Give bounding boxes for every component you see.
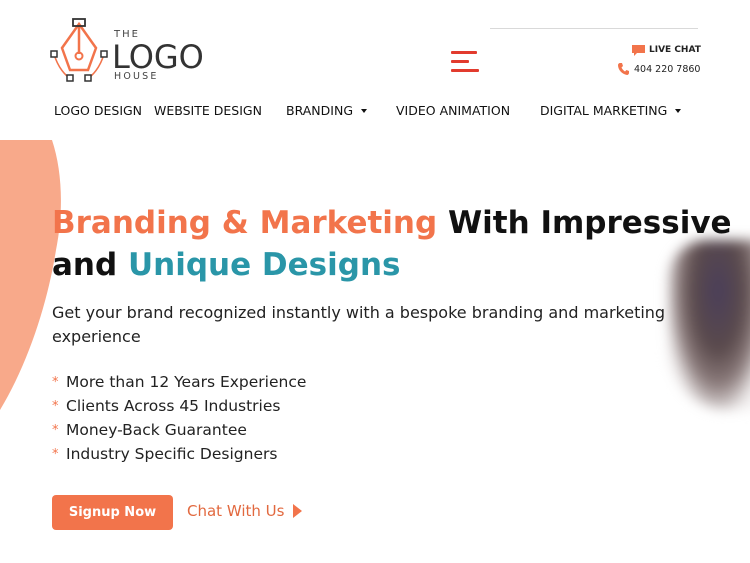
phone-link[interactable]: 404 220 7860 xyxy=(618,62,700,76)
nav-item-label: VIDEO ANIMATION xyxy=(396,103,511,118)
hero-subtext: Get your brand recognized instantly with… xyxy=(52,303,666,346)
nav-item-label: DIGITAL MARKETING xyxy=(540,103,668,118)
live-chat-link[interactable]: LIVE CHAT xyxy=(632,43,701,57)
nav-item-digital-marketing[interactable]: DIGITAL MARKETING xyxy=(540,103,682,118)
feature-text: Money-Back Guarantee xyxy=(66,421,247,439)
hero-headline: Branding & Marketing With Impressive and … xyxy=(52,202,732,286)
chat-bubble-icon xyxy=(632,44,645,56)
caret-down-icon xyxy=(361,108,368,113)
list-item: * Clients Across 45 Industries xyxy=(52,394,306,418)
feature-text: More than 12 Years Experience xyxy=(66,373,307,391)
list-item: * Industry Specific Designers xyxy=(52,442,306,466)
chat-with-us-label: Chat With Us xyxy=(187,502,285,520)
chat-with-us-link[interactable]: Chat With Us xyxy=(187,502,303,520)
nav-item-website-design[interactable]: WEBSITE DESIGN xyxy=(154,103,262,118)
header-divider xyxy=(490,28,698,29)
pen-nib-icon xyxy=(50,18,108,82)
list-item: * More than 12 Years Experience xyxy=(52,370,306,394)
nav-item-logo-design[interactable]: LOGO DESIGN xyxy=(54,103,142,118)
headline-highlight-teal: Unique Designs xyxy=(127,247,401,283)
live-chat-label: LIVE CHAT xyxy=(649,45,701,55)
play-arrow-icon xyxy=(293,504,303,518)
nav-item-label: LOGO DESIGN xyxy=(54,103,143,118)
asterisk-icon: * xyxy=(52,398,59,414)
feature-list: * More than 12 Years Experience * Clients … xyxy=(52,370,306,466)
asterisk-icon: * xyxy=(52,446,59,462)
feature-text: Clients Across 45 Industries xyxy=(66,397,281,415)
headline-highlight-orange: Branding & Marketing xyxy=(52,205,438,241)
site-logo[interactable]: THE LOGO HOUSE xyxy=(50,18,210,88)
asterisk-icon: * xyxy=(52,374,59,390)
signup-button[interactable]: Signup Now xyxy=(52,495,173,530)
phone-icon xyxy=(618,63,629,75)
feature-text: Industry Specific Designers xyxy=(66,445,278,463)
logo-text-house: HOUSE xyxy=(114,71,159,82)
list-item: * Money-Back Guarantee xyxy=(52,418,306,442)
headline-text-1: With Impressive xyxy=(437,205,732,241)
nav-item-label: WEBSITE DESIGN xyxy=(154,103,262,118)
phone-number: 404 220 7860 xyxy=(634,63,701,75)
main-nav: LOGO DESIGN WEBSITE DESIGN BRANDING VIDE… xyxy=(0,103,750,121)
hamburger-menu-icon[interactable] xyxy=(451,51,481,73)
nav-item-label: BRANDING xyxy=(286,103,354,118)
nav-item-video-animation[interactable]: VIDEO ANIMATION xyxy=(396,103,510,118)
asterisk-icon: * xyxy=(52,422,59,438)
caret-down-icon xyxy=(675,108,682,113)
nav-item-branding[interactable]: BRANDING xyxy=(286,103,368,118)
headline-text-2: and xyxy=(52,247,128,283)
